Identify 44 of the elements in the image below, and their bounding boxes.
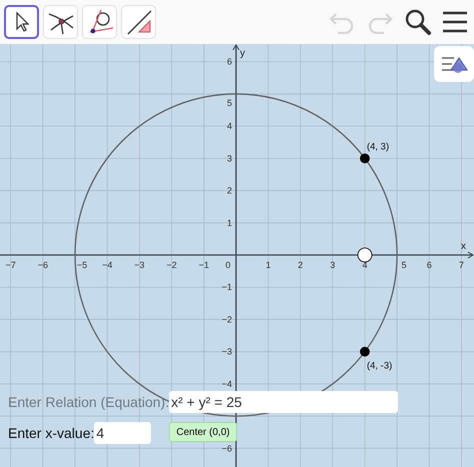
- style-bar-toggle-icon[interactable]: [434, 46, 474, 82]
- x-value-input-field[interactable]: 4: [94, 422, 152, 444]
- menu-icon[interactable]: [442, 10, 468, 34]
- x-tick-label: −6: [38, 260, 48, 270]
- x-tick-label: −2: [166, 260, 177, 270]
- move-tool-button[interactable]: [4, 5, 39, 39]
- center-button[interactable]: Center (0,0): [169, 422, 237, 442]
- x-axis-label: x: [461, 241, 466, 252]
- x-tick-label: 0: [226, 260, 231, 270]
- y-axis-label: y: [240, 48, 246, 59]
- x-tick-label: 1: [266, 260, 271, 270]
- x-tick-label: −5: [76, 260, 88, 270]
- relation-label: Enter Relation (Equation):: [8, 394, 170, 410]
- x-tick-label: 4: [362, 260, 368, 270]
- x-tick-label: 5: [402, 260, 407, 270]
- x-value-label: Enter x-value:: [8, 425, 94, 441]
- y-tick-label: −3: [222, 346, 232, 357]
- y-tick-label: 4: [227, 121, 232, 132]
- x-tick-label: 2: [298, 260, 303, 270]
- point-label: (4, -3): [366, 360, 392, 372]
- point-label: (4, 3): [366, 141, 390, 152]
- point[interactable]: [357, 248, 372, 262]
- point[interactable]: [360, 346, 370, 357]
- y-tick-label: −1: [222, 282, 232, 292]
- y-tick-label: −4: [222, 378, 232, 389]
- x-tick-label: −4: [102, 260, 112, 270]
- y-tick-label: 6: [227, 56, 232, 67]
- x-tick-label: 7: [458, 260, 464, 270]
- search-icon[interactable]: [404, 8, 432, 36]
- y-tick-label: −2: [222, 314, 232, 324]
- y-tick-label: 3: [227, 153, 232, 164]
- angle-tool-button[interactable]: [121, 5, 156, 39]
- intersect-tool-button[interactable]: [43, 5, 78, 39]
- x-tick-label: 6: [426, 260, 432, 270]
- y-tick-label: −6: [222, 443, 232, 454]
- x-tick-label: 3: [330, 260, 336, 270]
- point[interactable]: [360, 153, 370, 164]
- x-tick-label: −1: [198, 260, 209, 270]
- y-tick-label: 2: [227, 186, 232, 196]
- x-tick-label: −3: [134, 260, 145, 270]
- tangent-tool-button[interactable]: [82, 5, 117, 39]
- x-tick-label: −7: [6, 260, 16, 270]
- y-tick-label: 5: [227, 98, 232, 108]
- y-tick-label: 1: [227, 218, 232, 228]
